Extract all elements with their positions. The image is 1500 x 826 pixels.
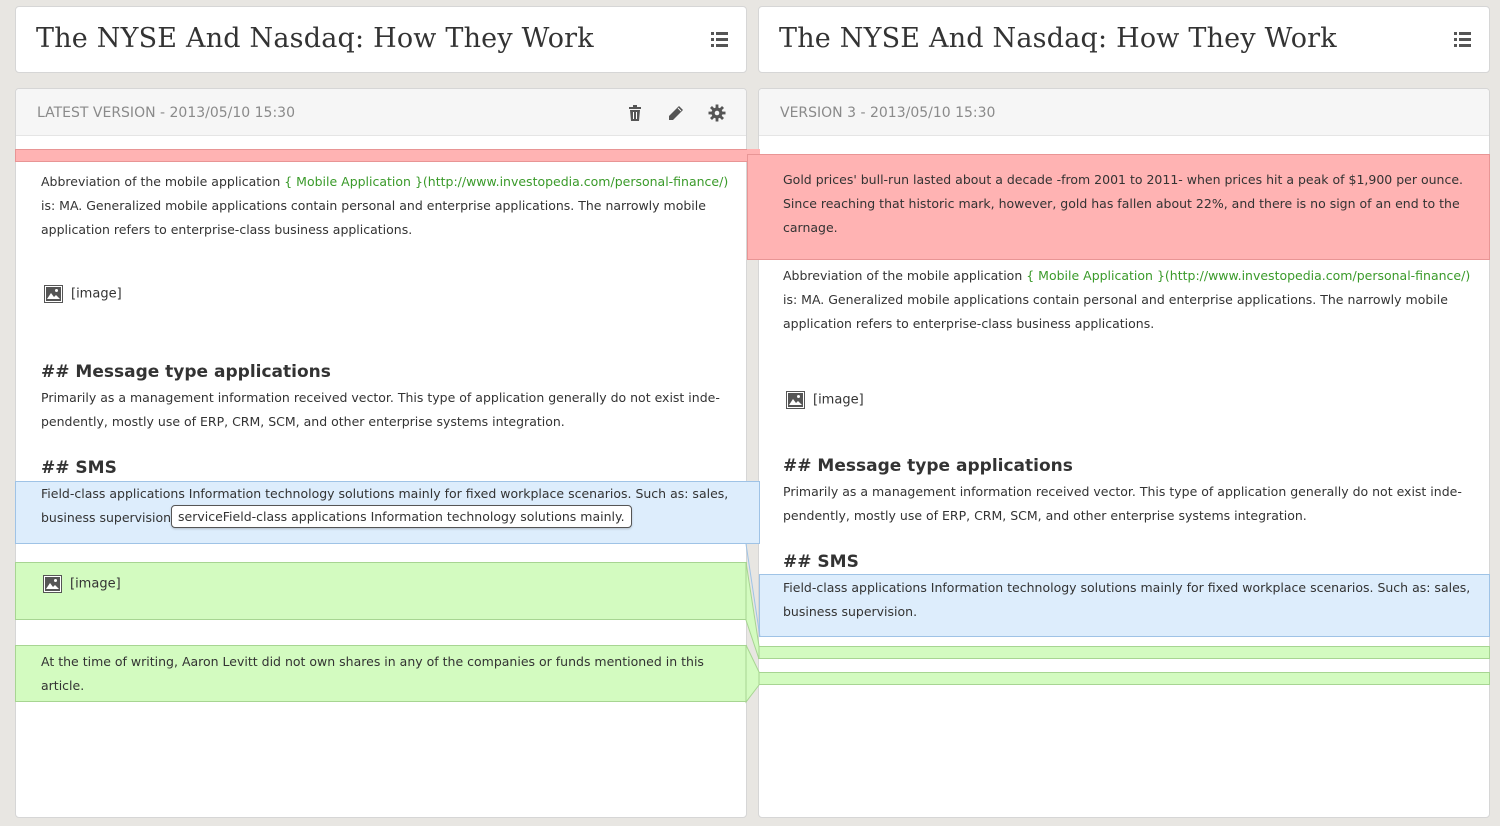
right-message-line-1: Primarily as a management information re…: [783, 484, 1462, 499]
list-icon[interactable]: [1454, 31, 1471, 48]
left-image-placeholder-1: [image]: [44, 285, 122, 303]
right-gold-line-1: Gold prices' bull-run lasted about a dec…: [783, 172, 1463, 187]
right-heading-sms: ## SMS: [783, 552, 859, 572]
left-version-label: LATEST VERSION - 2013/05/10 15:30: [37, 105, 295, 121]
right-intro-line-3: application refers to enterprise-class b…: [783, 316, 1155, 331]
left-intro-line-3: application refers to enterprise-class b…: [41, 222, 413, 237]
pencil-icon[interactable]: [667, 104, 685, 122]
added-image-block-left: [15, 562, 747, 620]
left-intro-line-1: Abbreviation of the mobile application {…: [41, 170, 728, 194]
left-intro-text: Abbreviation of the mobile application: [41, 174, 285, 189]
left-heading-sms: ## SMS: [41, 458, 117, 478]
left-mobile-application-link[interactable]: { Mobile Application }(http://www.invest…: [284, 174, 728, 189]
left-image-placeholder-2: [image]: [43, 575, 121, 593]
left-title-bar: The NYSE And Nasdaq: How They Work: [15, 6, 747, 73]
right-gold-line-2: Since reaching that historic mark, howev…: [783, 196, 1460, 211]
right-version-label: VERSION 3 - 2013/05/10 15:30: [780, 105, 996, 121]
image-icon: [44, 285, 63, 303]
right-intro-line-2: is: MA. Generalized mobile applications …: [783, 292, 1448, 307]
right-intro-line-1: Abbreviation of the mobile application {…: [783, 264, 1470, 288]
right-image-placeholder-1: [image]: [786, 391, 864, 409]
right-gold-line-3: carnage.: [783, 220, 838, 235]
right-message-line-2: pendently, mostly use of ERP, CRM, SCM, …: [783, 508, 1307, 523]
right-title-bar: The NYSE And Nasdaq: How They Work: [758, 6, 1490, 73]
right-image-label-1: [image]: [813, 392, 864, 408]
deleted-marker-left: [15, 149, 760, 162]
left-document-title: The NYSE And Nasdaq: How They Work: [36, 23, 594, 54]
left-footer-line-2: article.: [41, 678, 85, 693]
left-message-line-2: pendently, mostly use of ERP, CRM, SCM, …: [41, 414, 565, 429]
image-icon: [786, 391, 805, 409]
left-footer-line-1: At the time of writing, Aaron Levitt did…: [41, 654, 704, 669]
gear-icon[interactable]: [708, 104, 726, 122]
added-marker-right-2: [758, 672, 1490, 685]
left-image-label-1: [image]: [71, 286, 122, 302]
right-document-title: The NYSE And Nasdaq: How They Work: [779, 23, 1337, 54]
right-mobile-application-link[interactable]: { Mobile Application }(http://www.invest…: [1026, 268, 1470, 283]
right-sms-line-2: business supervision.: [783, 604, 918, 619]
right-sms-line-1: Field-class applications Information tec…: [783, 580, 1471, 595]
right-intro-text: Abbreviation of the mobile application: [783, 268, 1027, 283]
left-message-line-1: Primarily as a management information re…: [41, 390, 720, 405]
left-sms-line-2: business supervision,: [41, 510, 176, 525]
left-intro-line-2: is: MA. Generalized mobile applications …: [41, 198, 706, 213]
left-image-label-2: [image]: [70, 576, 121, 592]
inline-change-tooltip: serviceField-class applications Informat…: [171, 505, 632, 528]
right-heading-message-type: ## Message type applications: [783, 456, 1073, 476]
left-panel-header: LATEST VERSION - 2013/05/10 15:30: [16, 89, 746, 136]
left-heading-message-type: ## Message type applications: [41, 362, 331, 382]
trash-icon[interactable]: [626, 104, 644, 122]
image-icon: [43, 575, 62, 593]
left-sms-line-1: Field-class applications Information tec…: [41, 486, 729, 501]
added-marker-right-1: [758, 646, 1490, 659]
list-icon[interactable]: [711, 31, 728, 48]
right-panel-header: VERSION 3 - 2013/05/10 15:30: [759, 89, 1489, 136]
